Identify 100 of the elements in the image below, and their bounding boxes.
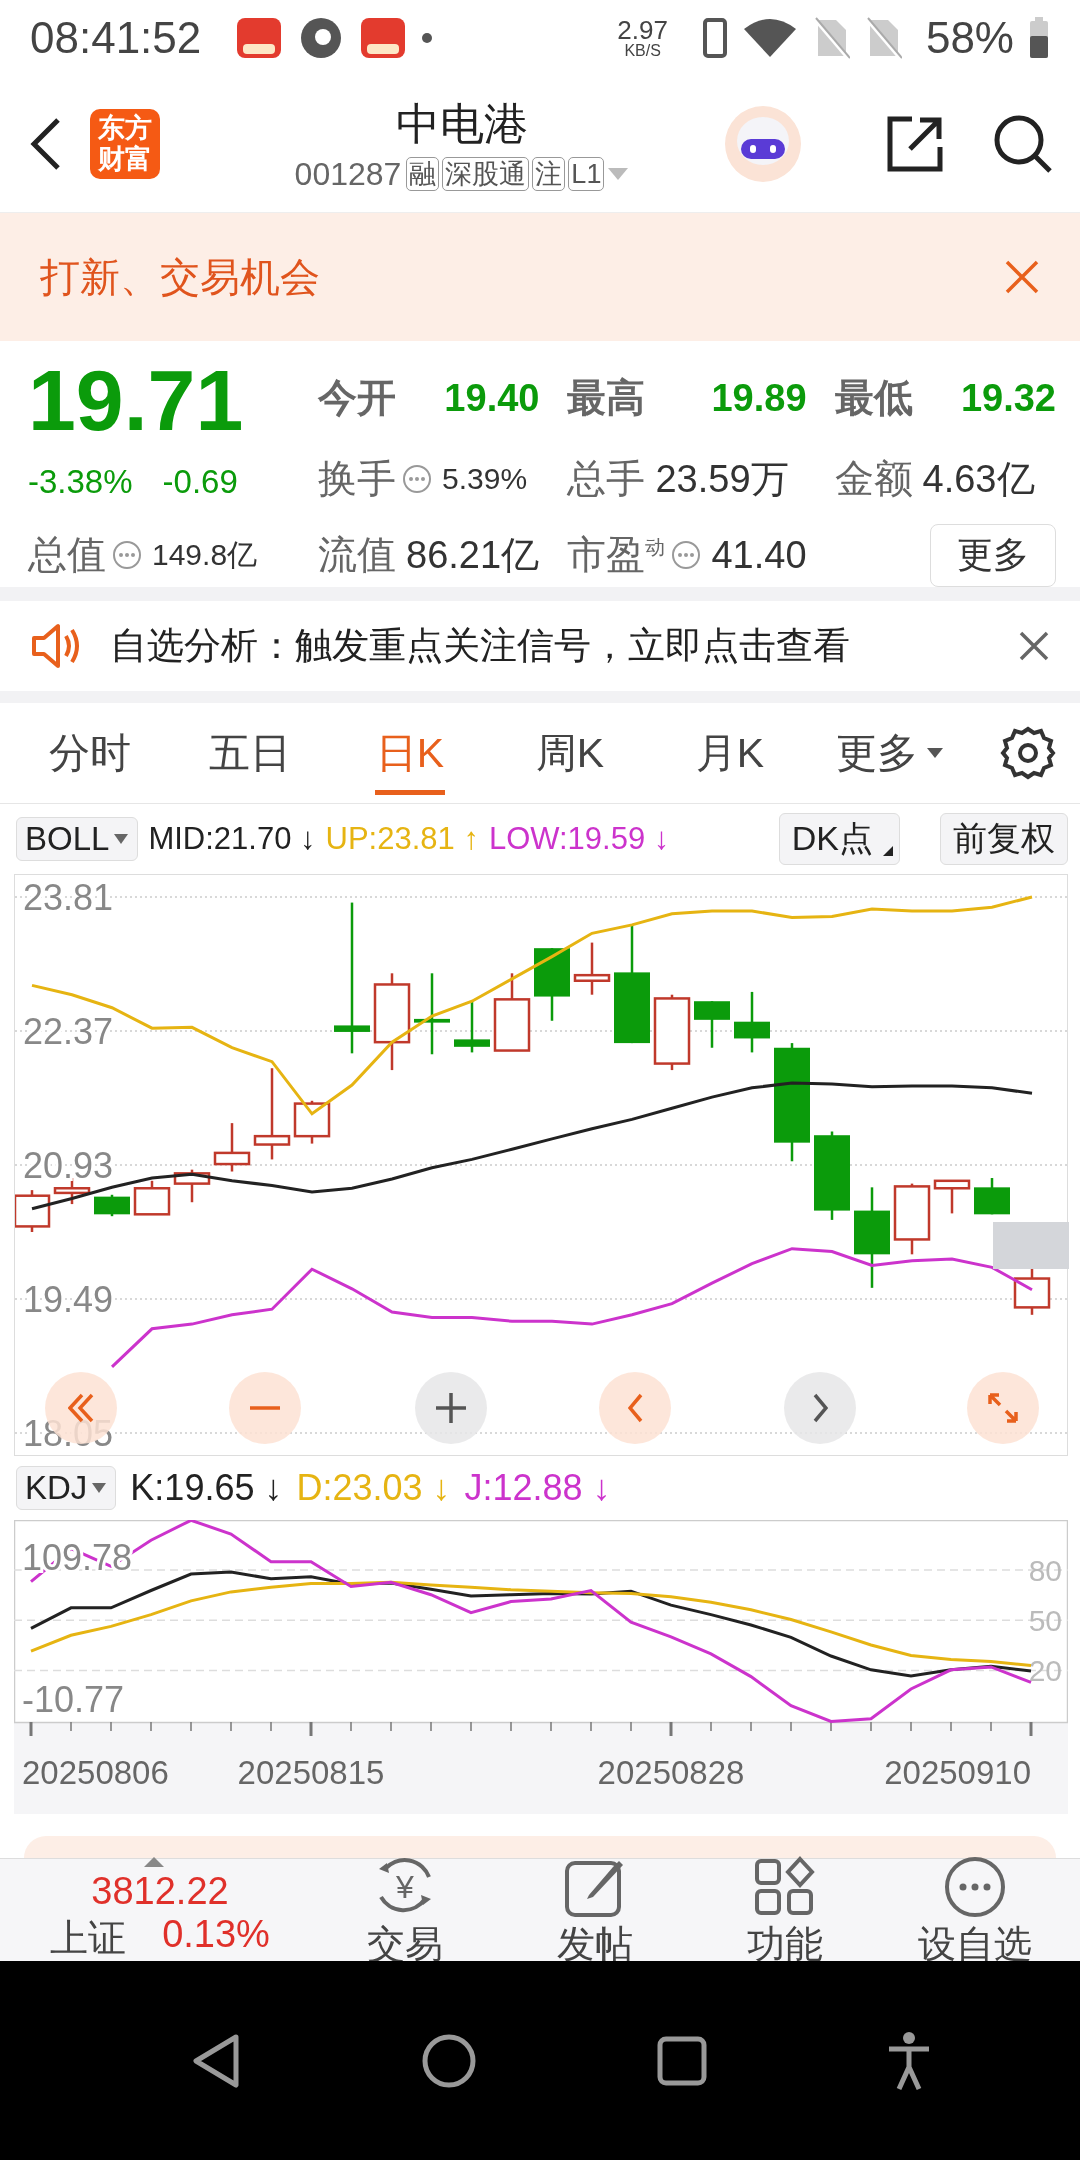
axis-label: 20.93 bbox=[23, 1145, 114, 1186]
stat-value: 19.89 bbox=[711, 376, 807, 421]
nav-button[interactable]: 发帖 bbox=[500, 1855, 690, 1965]
axis-label: 22.37 bbox=[23, 1011, 114, 1052]
candlestick bbox=[133, 1180, 171, 1216]
nav-button[interactable]: 功能 bbox=[690, 1855, 880, 1965]
axis-label: 19.49 bbox=[23, 1279, 114, 1320]
dot-icon bbox=[421, 32, 434, 44]
period-tab[interactable]: 更多 bbox=[810, 711, 970, 795]
candlestick bbox=[694, 1001, 730, 1048]
candlestick bbox=[213, 1123, 251, 1172]
candlestick bbox=[53, 1178, 91, 1205]
search-icon[interactable] bbox=[992, 113, 1054, 175]
indicator-selector[interactable]: BOLL bbox=[16, 817, 139, 861]
period-tab[interactable]: 五日 bbox=[170, 711, 330, 795]
phone-icon bbox=[701, 17, 728, 59]
notice-text[interactable]: 自选分析：触发重点关注信号，立即点击查看 bbox=[110, 621, 990, 671]
settings-icon[interactable] bbox=[1000, 725, 1056, 781]
stat-label: 市盈$^{动}$ bbox=[567, 532, 666, 578]
adjust-button[interactable]: 前复权 bbox=[940, 813, 1068, 865]
more-button[interactable]: 更多 bbox=[930, 523, 1056, 587]
candlestick bbox=[454, 1001, 490, 1053]
index-ticker[interactable]: 3812.22 上证 0.13% bbox=[10, 1856, 310, 1964]
info-icon[interactable] bbox=[112, 540, 142, 570]
candlestick bbox=[734, 991, 770, 1053]
stock-tag: L1 bbox=[568, 157, 605, 191]
close-icon[interactable] bbox=[1018, 630, 1050, 662]
indicator-reading: K:19.65 ↓ bbox=[130, 1467, 283, 1509]
recents-icon[interactable] bbox=[655, 2034, 708, 2087]
period-tab[interactable]: 分时 bbox=[10, 711, 170, 795]
zoom-out-icon bbox=[250, 1406, 280, 1410]
caret-icon bbox=[144, 1856, 164, 1867]
stat-label: 今开 bbox=[318, 375, 396, 421]
more-icon bbox=[943, 1855, 1007, 1919]
date-label: 20250806 bbox=[22, 1754, 169, 1791]
corner-icon bbox=[883, 846, 893, 856]
battery-percent: 58% bbox=[925, 13, 1014, 63]
indicator-reading: MID:21.70 ↓ bbox=[148, 821, 316, 857]
stat-label: 流值 bbox=[318, 532, 396, 578]
axis-label: 50 bbox=[1028, 1604, 1062, 1638]
indicator-selector[interactable]: KDJ bbox=[16, 1466, 117, 1510]
candlestick bbox=[933, 1179, 971, 1214]
stat-value: 23.59万 bbox=[655, 456, 789, 502]
candlestick bbox=[893, 1183, 931, 1255]
info-icon[interactable] bbox=[402, 464, 432, 494]
stat-value: 19.40 bbox=[444, 376, 540, 421]
stat-value: 86.21亿 bbox=[406, 532, 540, 578]
candlestick bbox=[293, 1100, 331, 1144]
speaker-icon bbox=[30, 622, 82, 670]
axis-label: 80 bbox=[1028, 1553, 1062, 1587]
stat-value: 19.32 bbox=[960, 376, 1056, 421]
stat-label: 金额 bbox=[834, 456, 913, 502]
network-speed-unit: KB/S bbox=[624, 43, 661, 59]
range-label: -10.77 bbox=[22, 1679, 125, 1720]
indicator-reading: J:12.88 ↓ bbox=[464, 1467, 611, 1509]
close-icon[interactable] bbox=[1004, 259, 1040, 295]
candlestick bbox=[173, 1169, 211, 1203]
index-change: 0.13% bbox=[162, 1912, 270, 1957]
expand-icon bbox=[988, 1393, 1018, 1423]
axis-label: 20 bbox=[1028, 1654, 1062, 1688]
robot-avatar-icon[interactable] bbox=[724, 105, 802, 183]
stat-value: 4.63亿 bbox=[922, 456, 1035, 502]
app-logo: 东方 财富 bbox=[90, 109, 160, 179]
caret-icon bbox=[926, 747, 944, 759]
change-percent: -3.38% bbox=[28, 463, 133, 501]
stat-label: 总值 bbox=[28, 532, 106, 578]
stat-label: 换手 bbox=[318, 456, 396, 502]
accessibility-icon[interactable] bbox=[886, 2030, 931, 2091]
stat-value: 41.40 bbox=[711, 533, 807, 577]
stock-code: 001287 bbox=[294, 155, 402, 193]
stock-tag: 融 bbox=[406, 157, 440, 191]
zoom-in-icon bbox=[436, 1393, 466, 1423]
stat-label: 最高 bbox=[567, 375, 646, 421]
network-speed: 2.97 bbox=[617, 17, 668, 43]
caret-icon bbox=[91, 1482, 108, 1494]
candlestick bbox=[974, 1178, 1010, 1215]
candlestick bbox=[94, 1194, 130, 1217]
home-icon[interactable] bbox=[420, 2032, 477, 2089]
index-value: 3812.22 bbox=[91, 1868, 229, 1913]
wifi-icon bbox=[741, 17, 798, 59]
axis-label: 18.05 bbox=[23, 1413, 114, 1454]
date-label: 20250828 bbox=[597, 1754, 745, 1791]
chevron-left-icon bbox=[627, 1393, 643, 1423]
period-tab[interactable]: 周K bbox=[490, 711, 650, 795]
date-label: 20250815 bbox=[237, 1754, 385, 1791]
candlestick bbox=[573, 942, 611, 995]
period-tab[interactable]: 月K bbox=[650, 711, 810, 795]
indicator-reading: D:23.03 ↓ bbox=[296, 1467, 451, 1509]
dk-button[interactable]: DK点 bbox=[778, 813, 900, 865]
current-price: 19.71 bbox=[28, 355, 245, 445]
stat-value: 149.8亿 bbox=[152, 536, 258, 573]
index-name: 上证 bbox=[50, 1915, 127, 1961]
stat-label: 最低 bbox=[834, 375, 913, 421]
axis-label: 23.81 bbox=[23, 877, 114, 918]
date-label: 20250910 bbox=[884, 1754, 1031, 1791]
stock-tag: 注 bbox=[532, 157, 566, 191]
nav-button[interactable]: 设自选 bbox=[880, 1855, 1070, 1965]
indicator-reading: LOW:19.59 ↓ bbox=[488, 821, 670, 857]
info-icon[interactable] bbox=[671, 540, 702, 570]
stat-label: 总手 bbox=[567, 456, 646, 502]
